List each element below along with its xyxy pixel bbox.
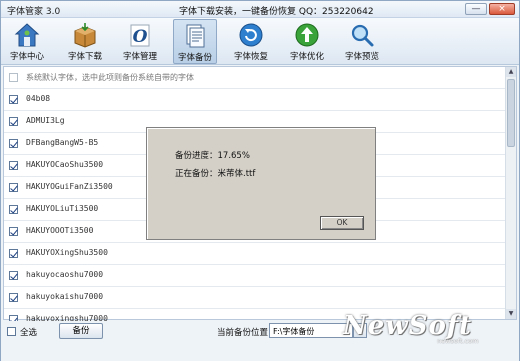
font-name: DFBangBangW5-B5 — [26, 138, 99, 147]
font-restore-icon — [239, 23, 263, 47]
toolbar-font-center[interactable]: 字体中心 — [5, 19, 49, 64]
checkbox[interactable] — [9, 205, 18, 214]
list-item[interactable]: HAKUYOXingShu3500 — [4, 243, 505, 265]
font-name: hakuyoxingshu7000 — [26, 314, 108, 321]
toolbar-font-preview[interactable]: 字体预览 — [340, 19, 384, 64]
toolbar-font-optimize[interactable]: 字体优化 — [285, 19, 329, 64]
checkbox[interactable] — [9, 249, 18, 258]
font-name: 04b08 — [26, 94, 51, 103]
toolbar-label: 字体优化 — [289, 52, 324, 62]
checkbox[interactable] — [9, 117, 18, 126]
toolbar-font-download[interactable]: 字体下载 — [63, 19, 107, 64]
title-bar: 字体管家 3.0 字体下载安装，一键备份恢复 QQ：253220642 — × — [1, 1, 519, 18]
toolbar-label: 字体中心 — [9, 52, 44, 62]
current-file-text: 正在备份：米芾体.ttf — [175, 169, 256, 179]
select-all-label: 全选 — [20, 328, 38, 338]
checkbox[interactable] — [9, 161, 18, 170]
checkbox[interactable] — [9, 293, 18, 302]
backup-progress-text: 备份进度：17.65% — [175, 151, 250, 161]
backup-button[interactable]: 备份 — [59, 323, 103, 339]
ok-button[interactable]: OK — [320, 216, 364, 230]
font-name: hakuyocaoshu7000 — [26, 270, 104, 279]
font-name: HAKUYOLiuTi3500 — [26, 204, 99, 213]
font-name: HAKUYOGuiFanZi3500 — [26, 182, 113, 191]
toolbar-font-backup[interactable]: 字体备份 — [173, 19, 217, 64]
font-download-icon — [74, 23, 96, 48]
checkbox[interactable] — [9, 73, 18, 82]
app-window: 字体管家 3.0 字体下载安装，一键备份恢复 QQ：253220642 — × … — [0, 0, 520, 361]
backup-path-label: 当前备份位置 — [217, 328, 269, 338]
scroll-up-icon[interactable]: ▲ — [506, 67, 516, 77]
font-backup-icon — [186, 24, 205, 48]
system-fonts-row[interactable]: 系统默认字体，选中此项则备份系统自带的字体 — [4, 67, 505, 89]
window-controls: — × — [465, 3, 515, 15]
select-all-checkbox[interactable] — [7, 327, 16, 336]
watermark: NewSoft newsoft.com — [331, 297, 520, 362]
font-optimize-icon — [295, 23, 319, 47]
list-item[interactable]: hakuyocaoshu7000 — [4, 265, 505, 287]
scroll-thumb[interactable] — [507, 79, 515, 147]
toolbar-font-restore[interactable]: 字体恢复 — [229, 19, 273, 64]
checkbox[interactable] — [9, 271, 18, 280]
app-slogan: 字体下载安装，一键备份恢复 QQ：253220642 — [179, 7, 374, 17]
checkbox[interactable] — [9, 139, 18, 148]
toolbar-font-manage[interactable]: O 字体管理 — [118, 19, 162, 64]
font-name: HAKUYOCaoShu3500 — [26, 160, 104, 169]
font-name: HAKUYOOOTi3500 — [26, 226, 94, 235]
toolbar: 字体中心 字体下载 O 字体管理 字体备份 字体恢复 字体优化 字体预览 — [1, 18, 519, 65]
font-manage-icon: O — [130, 24, 150, 47]
list-scrollbar[interactable]: ▲ ▼ — [505, 67, 516, 319]
checkbox[interactable] — [9, 227, 18, 236]
watermark-url: newsoft.com — [437, 337, 479, 345]
checkbox[interactable] — [9, 183, 18, 192]
app-title: 字体管家 3.0 — [7, 7, 61, 17]
font-name: hakuyokaishu7000 — [26, 292, 104, 301]
toolbar-label: 字体恢复 — [233, 52, 268, 62]
minimize-button[interactable]: — — [465, 3, 487, 15]
font-center-icon — [14, 23, 40, 47]
checkbox[interactable] — [9, 95, 18, 104]
svg-text:O: O — [133, 27, 148, 47]
system-fonts-note: 系统默认字体，选中此项则备份系统自带的字体 — [26, 73, 194, 82]
font-name: ADMUI3Lg — [26, 116, 65, 125]
font-name: HAKUYOXingShu3500 — [26, 248, 108, 257]
font-preview-icon — [351, 24, 374, 47]
toolbar-label: 字体预览 — [344, 52, 379, 62]
toolbar-label: 字体下载 — [67, 52, 102, 62]
toolbar-label: 字体管理 — [122, 52, 157, 62]
backup-progress-dialog: 备份进度：17.65% 正在备份：米芾体.ttf OK — [146, 127, 376, 240]
close-button[interactable]: × — [489, 3, 515, 15]
list-item[interactable]: 04b08 — [4, 89, 505, 111]
toolbar-label: 字体备份 — [177, 53, 212, 63]
